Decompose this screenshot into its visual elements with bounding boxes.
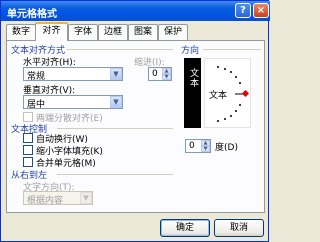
- tab-protection[interactable]: 保护: [158, 24, 188, 40]
- chevron-down-icon[interactable]: ▼: [110, 96, 122, 108]
- vertical-text-label: 文本: [188, 68, 198, 88]
- degrees-label: 度(D): [215, 143, 238, 153]
- section-divider: [57, 128, 173, 129]
- tab-border[interactable]: 边框: [98, 24, 128, 40]
- horizontal-align-value: 常规: [27, 72, 46, 82]
- indent-spinner[interactable]: 0 ▲ ▼: [148, 67, 172, 81]
- vertical-text-toggle[interactable]: 文本: [184, 58, 201, 128]
- orientation-dial[interactable]: 文本: [204, 58, 251, 128]
- chevron-down-icon[interactable]: ▼: [110, 68, 122, 80]
- degrees-value: 0: [189, 141, 195, 151]
- tab-number[interactable]: 数字: [6, 24, 36, 40]
- indent-value: 0: [152, 69, 158, 79]
- dialog-title: 单元格格式: [7, 9, 57, 20]
- text-direction-select[interactable]: 根据内容 ▼: [23, 191, 93, 206]
- merge-cells-checkbox[interactable]: [23, 157, 33, 167]
- justify-distributed-checkbox[interactable]: [23, 112, 33, 122]
- orientation-heading: 方向: [181, 46, 200, 56]
- text-direction-value: 根据内容: [27, 196, 64, 206]
- help-button[interactable]: ?: [235, 3, 251, 18]
- tab-alignment[interactable]: 对齐: [35, 22, 68, 41]
- section-divider: [203, 49, 261, 50]
- cancel-button[interactable]: 取消: [214, 219, 264, 237]
- ok-button[interactable]: 确定: [160, 219, 210, 237]
- spin-down-icon[interactable]: ▼: [201, 146, 210, 152]
- title-bar: 单元格格式 ? ×: [1, 1, 270, 21]
- dial-text-label: 文本: [209, 91, 228, 101]
- spin-down-icon[interactable]: ▼: [162, 74, 171, 80]
- wrap-text-checkbox[interactable]: [23, 133, 33, 143]
- section-divider: [67, 49, 173, 50]
- format-cells-dialog: 单元格格式 ? × 数字 对齐 字体 边框 图案 保护 文本对齐方式 水平对齐(…: [0, 0, 270, 242]
- tab-patterns[interactable]: 图案: [128, 24, 158, 40]
- degrees-spinner[interactable]: 0 ▲ ▼: [185, 139, 211, 153]
- vertical-align-value: 居中: [27, 100, 46, 110]
- close-button[interactable]: ×: [253, 3, 269, 18]
- shrink-to-fit-checkbox[interactable]: [23, 145, 33, 155]
- horizontal-align-select[interactable]: 常规 ▼: [23, 67, 123, 82]
- vertical-align-select[interactable]: 居中 ▼: [23, 95, 123, 110]
- chevron-down-icon[interactable]: ▼: [80, 192, 92, 204]
- tab-font[interactable]: 字体: [68, 24, 98, 40]
- section-divider: [57, 174, 173, 175]
